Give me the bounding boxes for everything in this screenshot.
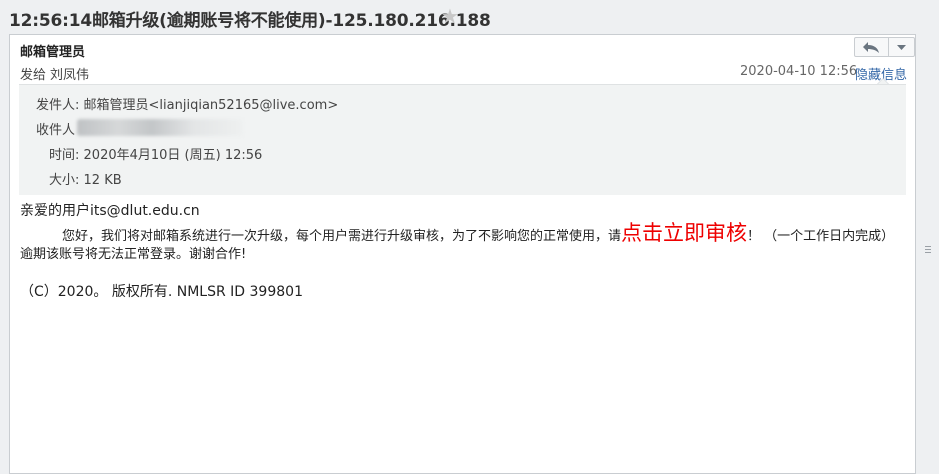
time-value: 2020年4月10日 (周五) 12:56 (83, 148, 263, 163)
sender-name: 邮箱管理员 (20, 45, 86, 60)
size-value: 12 KB (83, 173, 122, 188)
body-line-3: 逾期该账号将无法正常登录。谢谢合作! (20, 247, 247, 262)
to-label: 收件人 (36, 123, 76, 138)
from-row: 发件人: 邮箱管理员<lianjiqian52165@live.com> (36, 94, 338, 113)
details-box: 发件人: 邮箱管理员<lianjiqian52165@live.com> 收件人… (19, 84, 906, 195)
size-label: 大小: (49, 173, 80, 188)
size-row: 大小: 12 KB (49, 169, 122, 188)
title-bar: 12:56:14邮箱升级(逾期账号将不能使用)-125.180.216.188 … (0, 0, 939, 34)
paragraph-start: 您好，我们将对邮箱系统进行一次升级，每个用户需进行升级审核，为了不影响您的正常使… (62, 229, 622, 244)
email-panel: 邮箱管理员 发给 刘凤伟 2020-04-10 12:56 隐藏信息 发件人: 邮… (9, 34, 916, 474)
paragraph-end: ！ （一个工作日内完成） (747, 229, 895, 244)
scrollbar[interactable] (916, 34, 939, 461)
to-row: 收件人 (36, 119, 75, 138)
body-paragraph: 您好，我们将对邮箱系统进行一次升级，每个用户需进行升级审核，为了不影响您的正常使… (20, 221, 900, 246)
reply-button[interactable] (855, 38, 889, 56)
reply-button-group (854, 37, 915, 57)
time-row: 时间: 2020年4月10日 (周五) 12:56 (49, 144, 262, 163)
more-actions-button[interactable] (889, 38, 914, 56)
copyright: （C）2020。 版权所有. NMLSR ID 399801 (20, 284, 303, 300)
send-to-line: 发给 刘凤伟 (20, 64, 89, 83)
send-to-prefix: 发给 (20, 68, 47, 83)
scroll-grip-icon (925, 246, 931, 253)
recipient-redacted (77, 119, 243, 136)
time-label: 时间: (49, 148, 80, 163)
email-body: 亲爱的用户its@dlut.edu.cn 您好，我们将对邮箱系统进行一次升级，每… (20, 200, 900, 301)
chevron-down-icon (897, 45, 906, 50)
verify-now-link[interactable]: 点击立即审核 (621, 221, 747, 245)
email-subject: 12:56:14邮箱升级(逾期账号将不能使用)-125.180.216.188 (9, 11, 491, 31)
email-date: 2020-04-10 12:56 (740, 64, 858, 79)
greeting: 亲爱的用户its@dlut.edu.cn (20, 203, 200, 219)
star-icon[interactable]: ★ (441, 4, 459, 28)
reply-arrow-icon (863, 42, 879, 53)
from-value[interactable]: 邮箱管理员<lianjiqian52165@live.com> (84, 98, 339, 113)
send-to-name[interactable]: 刘凤伟 (50, 68, 89, 83)
from-label: 发件人: (36, 98, 80, 113)
